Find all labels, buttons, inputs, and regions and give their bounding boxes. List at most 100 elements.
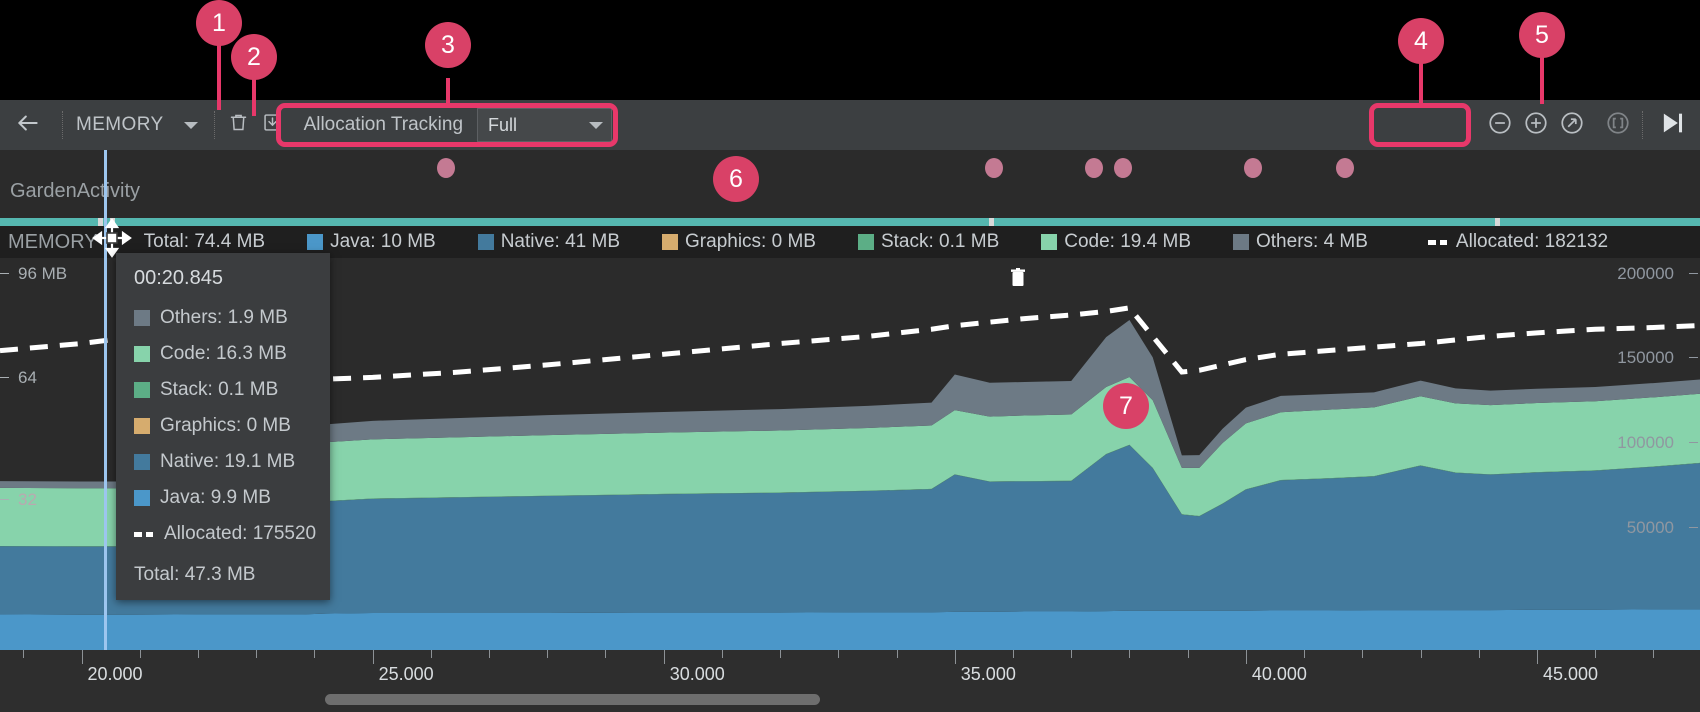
zoom-in-button[interactable] (1518, 107, 1554, 143)
reset-zoom-icon (1559, 110, 1585, 141)
toolbar-right-group (1482, 105, 1700, 145)
x-axis-minor-tick (489, 650, 491, 658)
x-axis-label: 30.000 (669, 664, 725, 684)
legend-allocated-label: Allocated: 182132 (1455, 231, 1609, 252)
legend-swatch (857, 234, 874, 250)
legend-item-java: Java: 10 MB (307, 231, 436, 253)
memory-stage-selector[interactable]: MEMORY (70, 114, 208, 136)
tooltip-row-label: Stack: 0.1 MB (160, 379, 279, 400)
timeline-scrollbar[interactable] (325, 694, 820, 705)
y-axis-left-tick (0, 377, 9, 378)
zoom-in-icon (1523, 110, 1549, 141)
x-axis-minor-tick (1595, 650, 1597, 658)
x-axis-minor-tick (896, 650, 898, 658)
event-dot[interactable] (1085, 158, 1103, 178)
x-axis-minor-tick (1420, 650, 1422, 658)
x-axis-minor-tick (1304, 650, 1306, 658)
stage-title: MEMORY (76, 114, 164, 135)
garbage-collection-icon (1011, 268, 1025, 286)
x-axis-major-tick (1245, 650, 1247, 664)
legend-total-label: Total: 74.4 MB (143, 231, 266, 252)
tooltip-row: Stack: 0.1 MB (116, 372, 330, 408)
x-axis-major-tick (372, 650, 374, 664)
tooltip-allocated-row: Allocated: 175520 (116, 516, 330, 552)
event-dot[interactable] (1114, 158, 1132, 178)
legend-item-code: Code: 19.4 MB (1041, 231, 1191, 253)
x-axis-minor-tick (139, 650, 141, 658)
tooltip-swatch (134, 310, 150, 326)
tooltip-total: Total: 47.3 MB (134, 564, 256, 585)
zoom-to-selection-icon (1605, 110, 1631, 141)
x-axis-minor-tick (1129, 650, 1131, 658)
x-axis-major-tick (1536, 650, 1538, 664)
x-axis-minor-tick (1187, 650, 1189, 658)
tooltip-swatch (134, 418, 150, 434)
area-series-java (0, 609, 1700, 650)
tooltip-swatch (134, 454, 150, 470)
garbage-collection-marker[interactable] (1010, 268, 1026, 288)
tooltip-row: Java: 9.9 MB (116, 480, 330, 516)
x-axis-label: 45.000 (1542, 664, 1599, 684)
reset-zoom-button[interactable] (1554, 107, 1590, 143)
event-dot[interactable] (985, 158, 1003, 178)
x-axis-minor-tick (197, 650, 199, 658)
event-dot[interactable] (1336, 158, 1354, 178)
tooltip-row-label: Native: 19.1 MB (160, 451, 296, 472)
legend-swatch (477, 234, 494, 250)
jump-to-live-icon (1658, 109, 1686, 142)
x-axis-minor-tick (430, 650, 432, 658)
y-axis-right-tick (1689, 273, 1698, 274)
callout-2-label: 2 (231, 34, 277, 80)
y-axis-left-label: 96 MB (18, 264, 68, 283)
force-garbage-collection-button[interactable] (222, 108, 256, 142)
event-dot[interactable] (1244, 158, 1262, 178)
legend-item-label: Code: 19.4 MB (1064, 231, 1191, 252)
x-axis-minor-tick (721, 650, 723, 658)
x-axis-minor-tick (1013, 650, 1014, 658)
time-axis[interactable]: 20.000 25.000 30.000 35.000 40.000 45.000 (0, 650, 1700, 712)
event-timeline-band[interactable]: GardenActivity (0, 150, 1700, 222)
back-button[interactable] (0, 100, 56, 150)
legend-items-container: Java: 10 MB Native: 41 MB Graphics: 0 MB St… (265, 231, 1368, 253)
x-axis-minor-tick (1478, 650, 1480, 658)
callout-7-label: 7 (1103, 383, 1149, 429)
y-axis-right-label: 50000 (1626, 518, 1674, 537)
callout-1-label: 1 (196, 0, 242, 46)
legend-item-graphics: Graphics: 0 MB (662, 231, 816, 253)
x-axis-minor-tick (838, 650, 840, 658)
zoom-to-selection-button[interactable] (1600, 107, 1636, 143)
x-axis-label: 35.000 (960, 664, 1016, 684)
legend-allocated: Allocated: 182132 (1427, 231, 1609, 253)
zoom-out-button[interactable] (1482, 107, 1518, 143)
legend-title: MEMORY (8, 230, 98, 253)
event-dot[interactable] (437, 158, 455, 178)
y-axis-right-tick (1689, 442, 1698, 443)
toolbar-divider-1 (62, 111, 64, 139)
y-axis-left-tick (0, 273, 9, 274)
x-axis-label: 40.000 (1251, 664, 1307, 684)
x-axis-label: 25.000 (378, 664, 434, 684)
x-axis-label: 20.000 (87, 664, 143, 684)
jump-to-live-button[interactable] (1650, 105, 1694, 145)
tooltip-swatch (134, 490, 150, 506)
tooltip-row: Graphics: 0 MB (116, 408, 330, 444)
dashed-line-swatch (134, 531, 154, 537)
tooltip-rows-container: Others: 1.9 MB Code: 16.3 MB Stack: 0.1 MB… (116, 300, 330, 516)
x-axis-major-tick (81, 650, 83, 664)
callout-3-label: 3 (425, 22, 471, 68)
x-axis-minor-tick (547, 650, 549, 658)
callout-4-highlight (1369, 103, 1471, 147)
move-resize-cursor-icon (92, 218, 132, 258)
tooltip-row: Native: 19.1 MB (116, 444, 330, 480)
legend-item-others: Others: 4 MB (1233, 231, 1368, 253)
legend-swatch (307, 234, 324, 250)
legend-swatch (662, 234, 679, 250)
tooltip-row-label: Graphics: 0 MB (160, 415, 291, 436)
toolbar-divider-3 (1642, 111, 1644, 139)
tooltip-swatch (134, 382, 150, 398)
tooltip-row-label: Others: 1.9 MB (160, 307, 288, 328)
y-axis-right-label: 150000 (1617, 348, 1674, 367)
legend-item-label: Graphics: 0 MB (685, 231, 816, 252)
callout-3-highlight (276, 103, 618, 147)
legend-swatch (1041, 234, 1058, 250)
